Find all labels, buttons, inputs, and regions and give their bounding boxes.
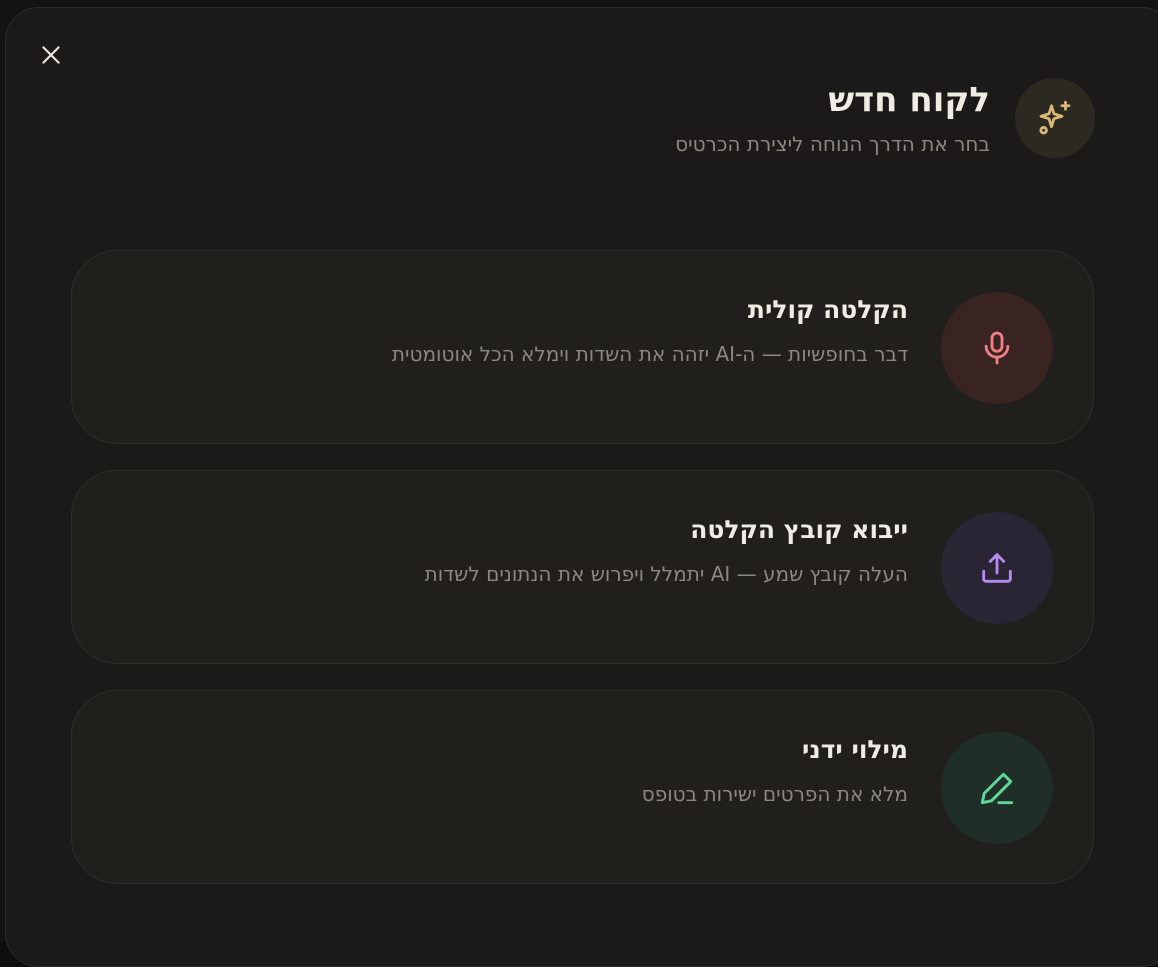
dialog-subtitle: בחר את הדרך הנוחה ליצירת הכרטיס xyxy=(675,132,990,156)
option-import-recording[interactable]: ייבוא קובץ הקלטה העלה קובץ שמע — AI יתמל… xyxy=(71,470,1094,664)
option-manual-title: מילוי ידני xyxy=(802,735,908,764)
sparkles-icon xyxy=(1039,100,1071,135)
option-voice-title: הקלטה קולית xyxy=(747,295,908,324)
option-voice-text: הקלטה קולית דבר בחופשיות — ה-AI יזהה את … xyxy=(392,293,908,367)
option-voice-icon-badge xyxy=(941,292,1053,404)
close-button[interactable] xyxy=(36,40,66,70)
option-import-description: העלה קובץ שמע — AI יתמלל ויפרוש את הנתונ… xyxy=(424,562,908,586)
header-badge xyxy=(1015,78,1095,158)
option-voice-recording[interactable]: הקלטה קולית דבר בחופשיות — ה-AI יזהה את … xyxy=(71,250,1094,444)
option-manual-description: מלא את הפרטים ישירות בטופס xyxy=(641,782,908,806)
option-voice-description: דבר בחופשיות — ה-AI יזהה את השדות וימלא … xyxy=(391,342,908,366)
option-import-text: ייבוא קובץ הקלטה העלה קובץ שמע — AI יתמל… xyxy=(425,513,908,587)
microphone-icon xyxy=(984,331,1010,365)
close-icon xyxy=(42,46,60,64)
dialog-title: לקוח חדש xyxy=(828,80,990,120)
upload-icon xyxy=(982,553,1012,583)
option-import-title: ייבוא קובץ הקלטה xyxy=(690,515,908,544)
new-customer-dialog: לקוח חדש בחר את הדרך הנוחה ליצירת הכרטיס… xyxy=(5,7,1158,967)
option-import-icon-badge xyxy=(941,512,1053,624)
option-manual-text: מילוי ידני מלא את הפרטים ישירות בטופס xyxy=(642,733,908,807)
pencil-icon xyxy=(980,772,1014,805)
option-manual-fill[interactable]: מילוי ידני מלא את הפרטים ישירות בטופס xyxy=(71,690,1094,884)
option-manual-icon-badge xyxy=(941,732,1053,844)
dialog-header: לקוח חדש בחר את הדרך הנוחה ליצירת הכרטיס xyxy=(675,80,990,156)
